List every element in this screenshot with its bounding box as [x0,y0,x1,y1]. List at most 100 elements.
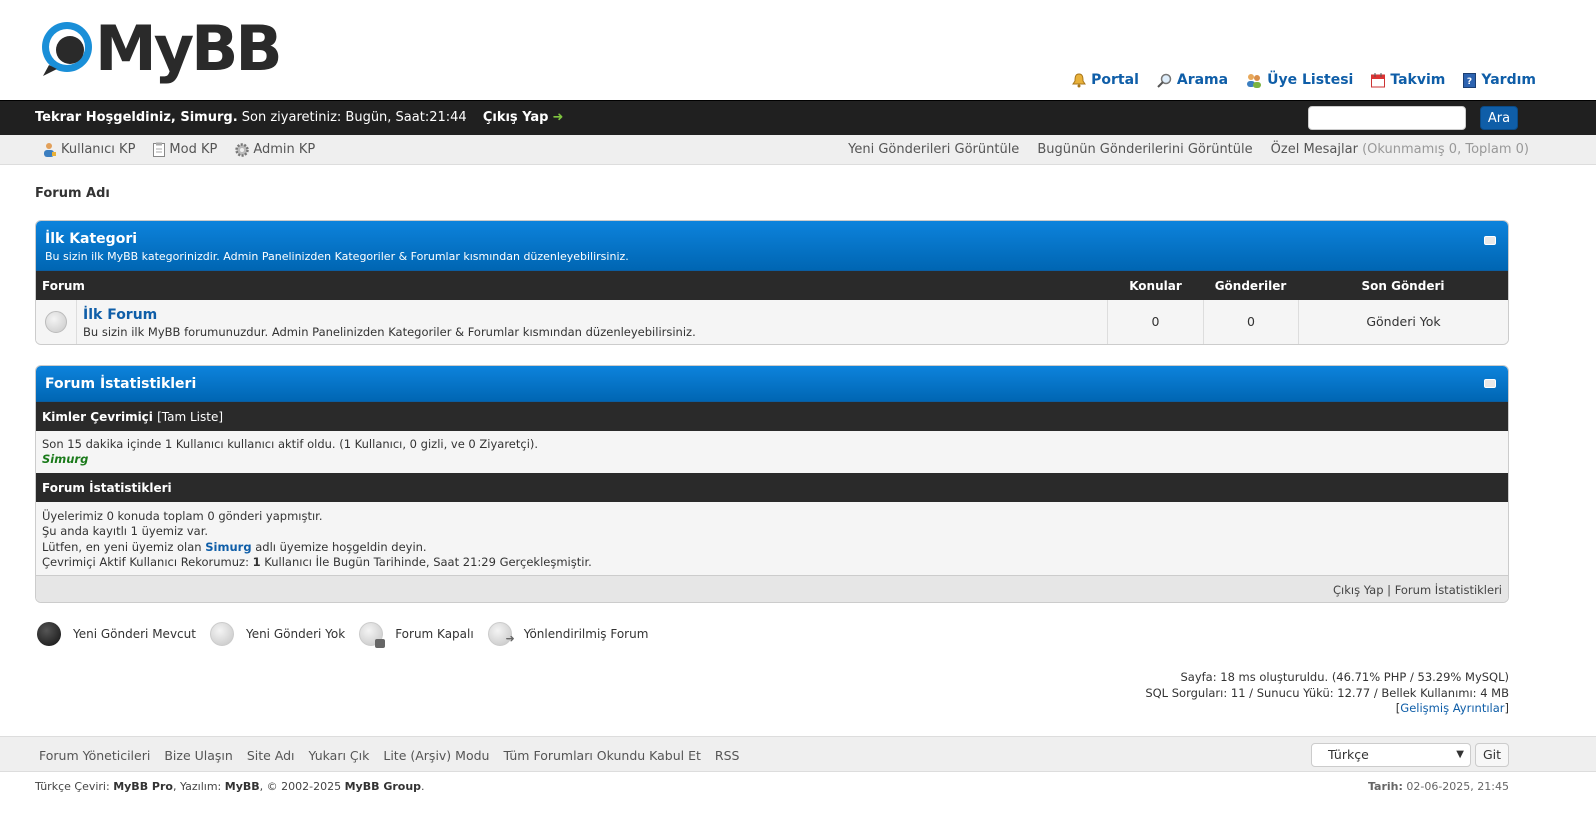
footer-link-rss[interactable]: RSS [715,748,740,763]
calendar-icon [1371,72,1386,87]
category-title[interactable]: İlk Kategori [45,231,137,247]
language-selected: Türkçe [1328,747,1369,762]
online-header: Kimler Çevrimiçi [Tam Liste] [36,402,1508,431]
mod-cp-link[interactable]: Mod KP [153,142,217,157]
forum-description: Bu sizin ilk MyBB forumunuzdur. Admin Pa… [83,325,696,339]
users-icon [1247,73,1262,88]
copyright: Türkçe Çeviri: MyBB Pro, Yazılım: MyBB, … [35,780,425,793]
welcome-block: Tekrar Hoşgeldiniz, Simurg. Son ziyareti… [35,110,563,125]
forum-legend: Yeni Gönderi Mevcut Yeni Gönderi Yok For… [37,622,662,648]
footer-link-site[interactable]: Site Adı [247,748,295,763]
forum-threads: 0 [1107,300,1203,344]
forum-posts: 0 [1203,300,1298,344]
col-posts: Gönderiler [1214,279,1287,293]
online-text: Son 15 dakika içinde 1 Kullanıcı kullanı… [42,437,539,451]
full-list-link[interactable]: [Tam Liste] [157,410,223,424]
new-posts-link[interactable]: Yeni Gönderileri Görüntüle [848,142,1019,157]
stats-line-posts: Üyelerimiz 0 konuda toplam 0 gönderi yap… [42,509,323,523]
current-date: Tarih: 02-06-2025, 21:45 [1367,780,1509,793]
last-visit: Son ziyaretiniz: Bugün, Saat:21:44 [241,110,467,125]
stats-footer-logout[interactable]: Çıkış Yap [1333,583,1384,597]
online-user-link[interactable]: Simurg [42,452,88,466]
mybb-link[interactable]: MyBB [225,780,260,793]
menu-portal-label: Portal [1091,72,1139,88]
menu-members-label: Üye Listesi [1267,72,1354,88]
menu-calendar-label: Takvim [1390,72,1446,88]
footer-link-lite[interactable]: Lite (Arşiv) Modu [383,748,489,763]
gear-icon [235,142,250,157]
debug-info: Sayfa: 18 ms oluşturuldu. (46.71% PHP / … [1145,670,1509,715]
category-header: İlk Kategori Bu sizin ilk MyBB kategorin… [36,221,1508,271]
stats-title: Forum İstatistikleri [45,376,197,392]
advanced-details-link[interactable]: Gelişmiş Ayrıntılar [1400,701,1504,715]
footer-link-admins[interactable]: Forum Yöneticileri [39,748,150,763]
legend-none: Yeni Gönderi Yok [245,627,346,641]
mod-cp-label: Mod KP [169,142,218,157]
footer-links: Forum Yöneticileri Bize Ulaşın Site Adı … [39,748,739,763]
online-header-label: Kimler Çevrimiçi [42,410,153,424]
breadcrumb: Forum Adı [35,186,110,201]
menu-calendar[interactable]: Takvim [1371,72,1445,88]
forum-locked-icon [359,622,386,648]
language-select[interactable]: Türkçe ▼ [1311,743,1471,767]
new-posts-icon [37,622,61,646]
collapse-icon[interactable] [1484,236,1496,245]
newest-member-link[interactable]: Simurg [205,540,251,554]
footer-link-contact[interactable]: Bize Ulaşın [164,748,232,763]
footer-link-top[interactable]: Yukarı Çık [309,748,370,763]
top-menu: Portal Arama Üye Listesi Takvim ? Yardım [1072,72,1536,88]
mybb-pro-link[interactable]: MyBB Pro [113,780,173,793]
no-new-posts-icon [209,622,234,646]
menu-members[interactable]: Üye Listesi [1246,72,1353,88]
private-messages-link[interactable]: Özel Mesajlar [1271,142,1358,157]
redirect-forum-icon: ➜ [487,622,515,646]
category-columns: Forum Konular Gönderiler Son Gönderi [36,271,1508,300]
footer-link-mark-read[interactable]: Tüm Forumları Okundu Kabul Et [503,748,700,763]
collapse-icon[interactable] [1484,379,1496,388]
stats-line-record: Çevrimiçi Aktif Kullanıcı Rekorumuz: 1 K… [42,554,592,569]
forum-row: İlk Forum Bu sizin ilk MyBB forumunuzdur… [36,300,1508,344]
breadcrumb-forum-name[interactable]: Forum Adı [35,186,110,201]
chevron-down-icon: ▼ [1456,749,1464,760]
stats-line-newest: Lütfen, en yeni üyemiz olan Simurg adlı … [42,539,427,554]
online-body: Son 15 dakika içinde 1 Kullanıcı kullanı… [36,431,1508,473]
help-book-icon: ? [1463,72,1477,88]
col-last-post: Son Gönderi [1361,279,1445,293]
user-cp-link[interactable]: Kullanıcı KP [43,142,135,157]
search-input[interactable] [1308,106,1466,130]
user-cp-label: Kullanıcı KP [61,142,136,157]
menu-help-label: Yardım [1481,72,1536,88]
logo-text: MyBB [95,12,283,85]
footer-bar: Forum Yöneticileri Bize Ulaşın Site Adı … [0,736,1596,772]
col-forum: Forum [42,279,85,293]
user-icon [44,143,56,157]
stats-footer: Çıkış Yap | Forum İstatistikleri [36,575,1508,602]
private-messages: Özel Mesajlar (Okunmamış 0, Toplam 0) [1271,142,1529,157]
bell-icon [1072,72,1087,87]
today-posts-link[interactable]: Bugünün Gönderilerini Görüntüle [1037,142,1252,157]
clipboard-icon [153,142,166,157]
forum-link[interactable]: İlk Forum [83,307,696,323]
menu-search[interactable]: Arama [1157,72,1228,88]
category-description: Bu sizin ilk MyBB kategorinizdir. Admin … [45,250,629,263]
search-button[interactable]: Ara [1480,106,1518,130]
magnifier-icon [1157,73,1172,88]
admin-cp-label: Admin KP [253,142,316,157]
mybb-logo[interactable]: MyBB [37,12,283,85]
menu-help[interactable]: ? Yardım [1463,72,1536,88]
go-button[interactable]: Git [1475,743,1509,767]
debug-line-sql: SQL Sorguları: 11 / Sunucu Yükü: 12.77 /… [1145,685,1509,700]
menu-portal[interactable]: Portal [1072,72,1139,88]
pm-counts: (Okunmamış 0, Toplam 0) [1362,142,1529,157]
logout-link[interactable]: Çıkış Yap [483,110,549,125]
menu-search-label: Arama [1176,72,1229,88]
mybb-group-link[interactable]: MyBB Group [345,780,421,793]
forum-status-no-new-icon [45,311,67,333]
stats-line-members: Şu anda kayıtlı 1 üyemiz var. [42,524,209,539]
admin-cp-link[interactable]: Admin KP [235,142,315,157]
user-toolbar: Kullanıcı KP Mod KP Admin KP Yeni Gönder… [0,135,1596,165]
stats-footer-stats-link[interactable]: Forum İstatistikleri [1395,583,1502,597]
legend-locked: Forum Kapalı [395,627,474,641]
svg-text:?: ? [1467,77,1472,87]
forum-stats-header: Forum İstatistikleri [36,473,1508,502]
